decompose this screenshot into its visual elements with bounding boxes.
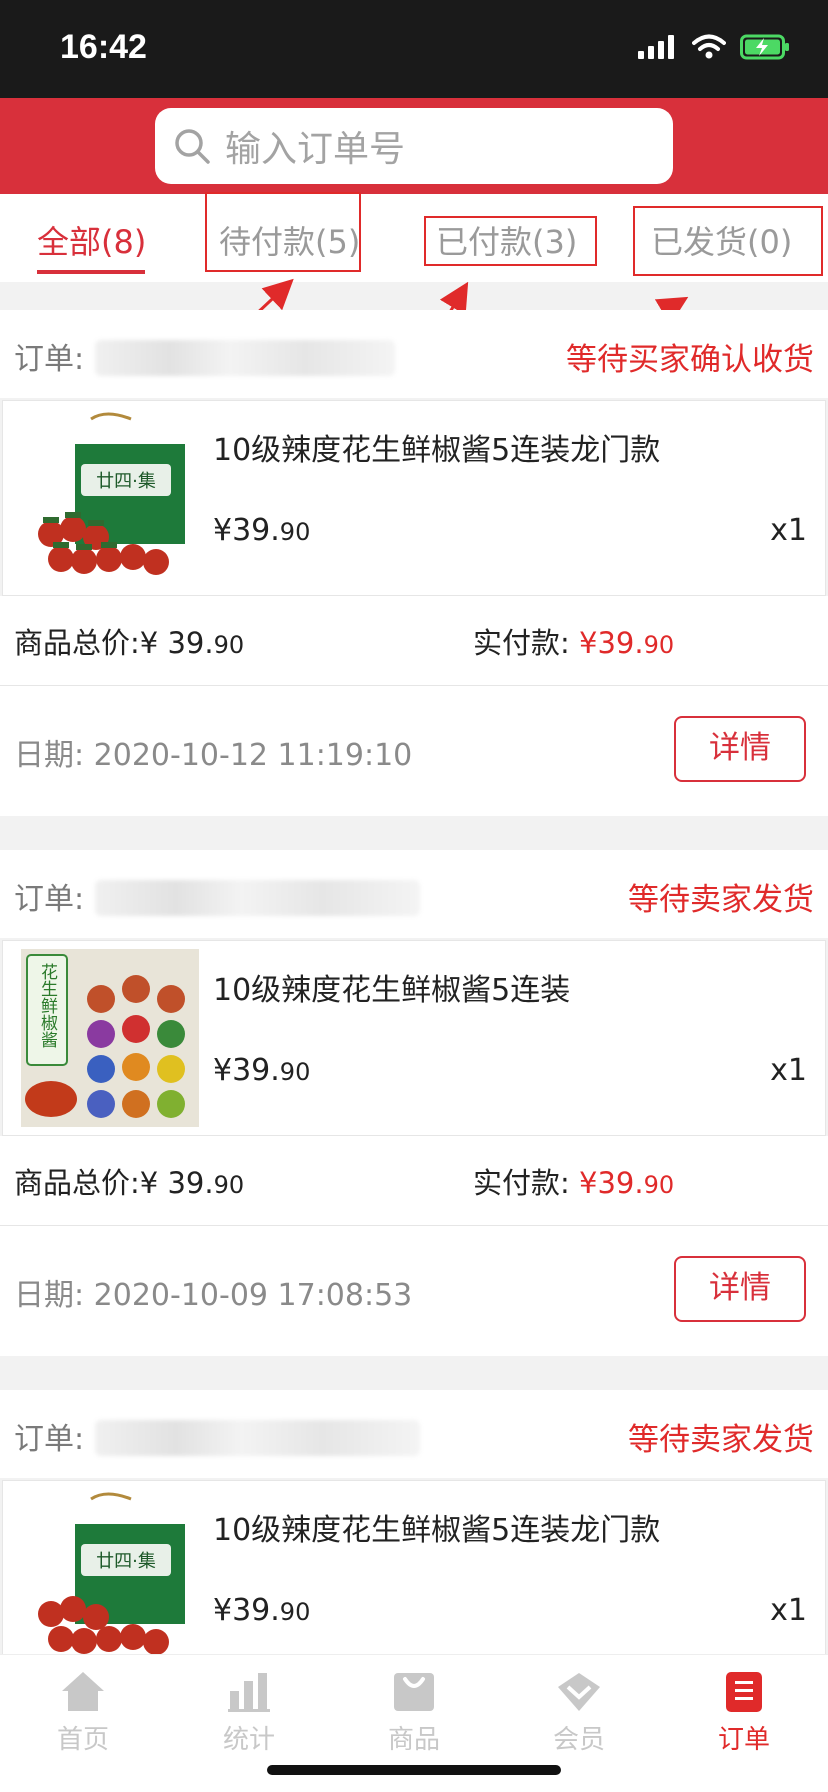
total-price: 商品总价:¥ 39.90 (14, 1166, 245, 1200)
chart-icon (228, 1673, 270, 1712)
product-thumbnail: 廿四·集 (21, 1489, 199, 1667)
paid-amount: 实付款: ¥39.90 (473, 1166, 675, 1200)
order-totals: 商品总价:¥ 39.90 实付款: ¥39.90 (0, 1136, 828, 1226)
tabbar-label: 统计 (222, 1725, 275, 1755)
tabbar-label: 首页 (56, 1725, 109, 1755)
home-indicator (267, 1765, 561, 1775)
order-label: 订单: (14, 882, 85, 917)
paid-amount: 实付款: ¥39.90 (473, 626, 675, 660)
order-number-blurred (95, 340, 395, 376)
home-icon (62, 1672, 104, 1711)
svg-text:廿四·集: 廿四·集 (96, 471, 156, 492)
order-header: 订单: 等待买家确认收货 (0, 310, 828, 398)
order-label: 订单: (14, 1422, 85, 1457)
tabbar-item-products[interactable]: 商品 (354, 1669, 474, 1756)
order-header: 订单: 等待卖家发货 (0, 1390, 828, 1478)
svg-text:花生鲜椒酱: 花生鲜椒酱 (37, 963, 58, 1048)
product-thumbnail: 花生鲜椒酱 (21, 949, 199, 1127)
product-thumbnail: 廿四·集 (21, 409, 199, 587)
tabbar-item-members[interactable]: 会员 (519, 1669, 639, 1756)
detail-button[interactable]: 详情 (674, 716, 806, 782)
tabbar-item-orders[interactable]: 订单 (684, 1669, 804, 1756)
product-price: ¥39.90 (213, 513, 311, 548)
total-price: 商品总价:¥ 39.90 (14, 626, 245, 660)
member-icon (558, 1673, 600, 1711)
tabbar-item-stats[interactable]: 统计 (189, 1669, 309, 1756)
svg-text:廿四·集: 廿四·集 (96, 1551, 156, 1572)
tabbar-label: 商品 (387, 1725, 440, 1755)
order-icon (726, 1672, 762, 1712)
bag-icon (394, 1673, 434, 1711)
detail-button[interactable]: 详情 (674, 1256, 806, 1322)
tabbar-label: 订单 (717, 1725, 770, 1755)
product-quantity: x1 (770, 1593, 807, 1628)
order-status: 等待买家确认收货 (566, 342, 814, 378)
order-product[interactable]: 廿四·集 10级辣度花生鲜椒酱5连装龙门款 ¥39.90 x1 (2, 1480, 826, 1676)
order-number-blurred (95, 1420, 420, 1456)
tabbar-item-home[interactable]: 首页 (23, 1669, 143, 1756)
order-label: 订单: (14, 342, 85, 377)
order-date-row: 日期: 2020-10-09 17:08:53 详情 (0, 1226, 828, 1356)
product-name: 10级辣度花生鲜椒酱5连装龙门款 (213, 433, 661, 468)
order-date: 日期: 2020-10-12 11:19:10 (14, 738, 413, 773)
product-price: ¥39.90 (213, 1593, 311, 1628)
product-quantity: x1 (770, 1053, 807, 1088)
order-product[interactable]: 廿四·集 10级辣度花生鲜椒酱5连装龙门款 ¥39.90 x1 (2, 400, 826, 596)
product-name: 10级辣度花生鲜椒酱5连装龙门款 (213, 1513, 661, 1548)
order-header: 订单: 等待卖家发货 (0, 850, 828, 938)
product-price: ¥39.90 (213, 1053, 311, 1088)
order-status: 等待卖家发货 (628, 882, 814, 918)
order-date-row: 日期: 2020-10-12 11:19:10 详情 (0, 686, 828, 816)
tabbar-label: 会员 (552, 1725, 605, 1755)
product-name: 10级辣度花生鲜椒酱5连装 (213, 973, 571, 1008)
order-product[interactable]: 花生鲜椒酱 10级辣度花生鲜椒酱5连装 ¥39.90 x1 (2, 940, 826, 1136)
order-number-blurred (95, 880, 420, 916)
order-totals: 商品总价:¥ 39.90 实付款: ¥39.90 (0, 596, 828, 686)
order-status: 等待卖家发货 (628, 1422, 814, 1458)
order-date: 日期: 2020-10-09 17:08:53 (14, 1278, 413, 1313)
product-quantity: x1 (770, 513, 807, 548)
